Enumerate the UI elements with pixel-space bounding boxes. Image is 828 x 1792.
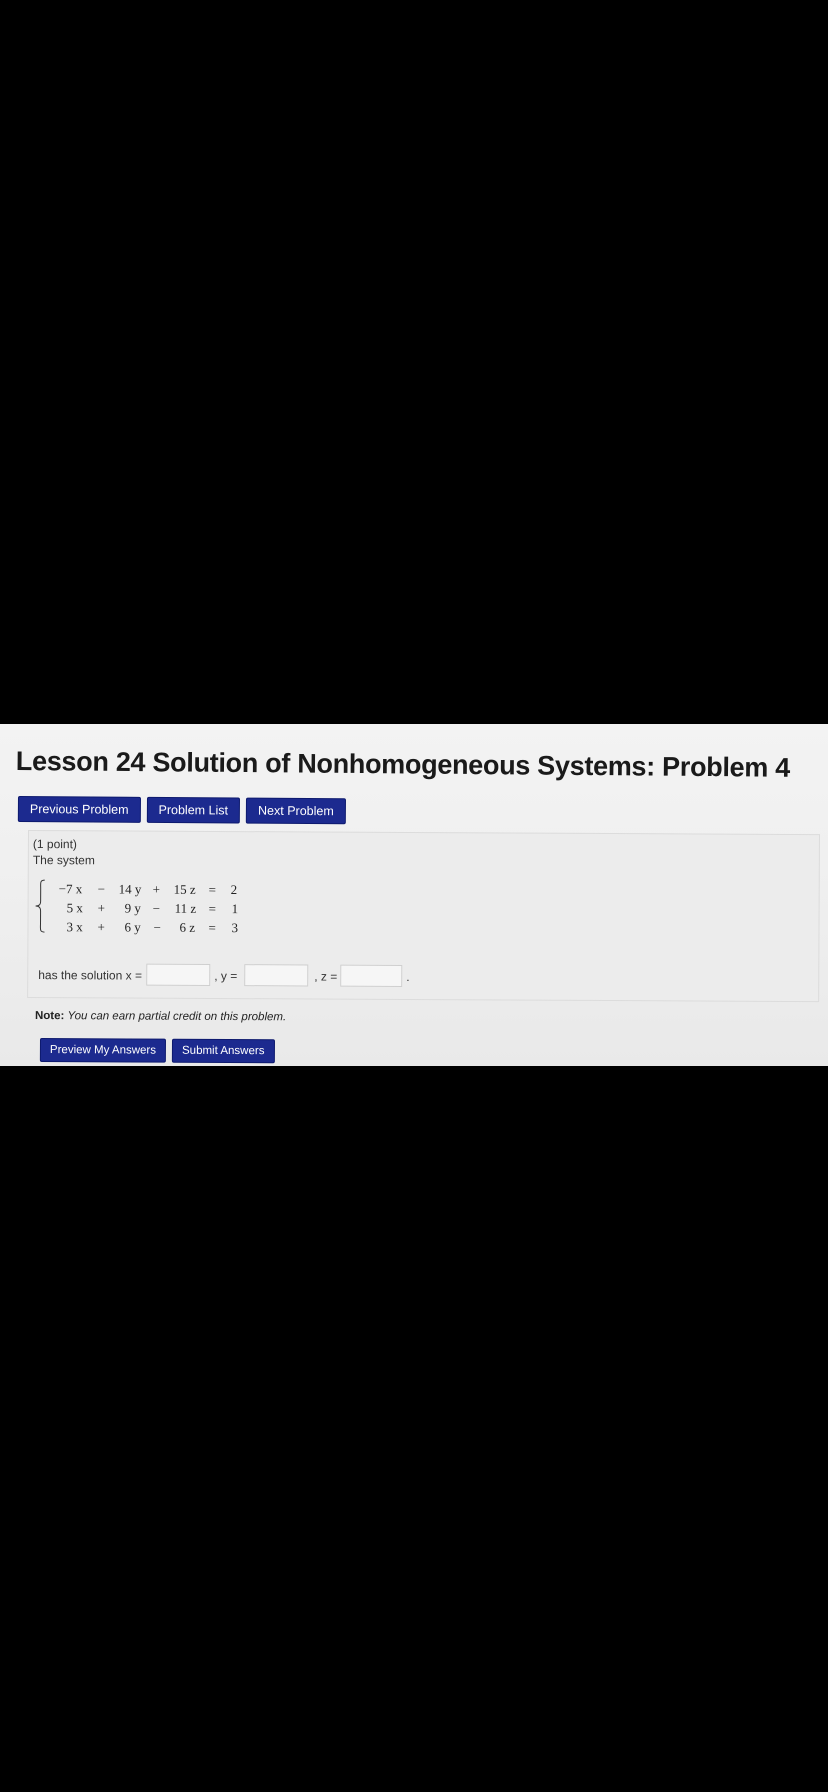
page-title: Lesson 24 Solution of Nonhomogeneous Sys… — [15, 746, 791, 783]
note-text: You can earn partial credit on this prob… — [67, 1010, 287, 1024]
term-y: 6 y — [124, 919, 141, 935]
credit-note: Note: You can earn partial credit on thi… — [35, 1010, 286, 1023]
solution-row: has the solution x = , y = , z = . — [38, 963, 798, 991]
term-x: 5 x — [66, 900, 83, 916]
note-label: Note: — [34, 1010, 65, 1023]
term-x: −7 x — [58, 881, 83, 897]
term-y: 9 y — [124, 900, 141, 916]
operator: − — [97, 881, 106, 897]
term-z: 11 z — [174, 900, 197, 916]
operator: + — [97, 900, 105, 916]
previous-problem-button[interactable]: Previous Problem — [17, 796, 141, 823]
answer-y-input[interactable] — [244, 964, 309, 987]
operator: − — [152, 900, 160, 916]
rhs-value: 3 — [231, 920, 239, 936]
term-z: 15 z — [173, 881, 196, 897]
operator: − — [153, 919, 161, 935]
equals-sign: = — [208, 881, 217, 897]
rhs-value: 2 — [230, 882, 238, 898]
points-label: (1 point) — [32, 837, 77, 852]
y-label: , y = — [214, 968, 238, 984]
answer-x-input[interactable] — [146, 963, 211, 986]
next-problem-button[interactable]: Next Problem — [245, 797, 346, 825]
solution-label: has the solution x = — [38, 968, 143, 983]
problem-panel: (1 point) The system −7 x − 14 y + 15 z … — [27, 830, 820, 1003]
end-period: . — [406, 969, 410, 984]
system-intro: The system — [32, 853, 95, 868]
answer-actions: Preview My Answers Submit Answers — [39, 1038, 275, 1064]
submit-answers-button[interactable]: Submit Answers — [171, 1038, 275, 1064]
monitor-screen: Lesson 24 Solution of Nonhomogeneous Sys… — [0, 724, 828, 1066]
equals-sign: = — [208, 900, 216, 916]
problem-nav: Previous Problem Problem List Next Probl… — [17, 796, 346, 825]
preview-answers-button[interactable]: Preview My Answers — [39, 1038, 167, 1063]
operator: + — [152, 881, 161, 897]
z-label: , z = — [314, 969, 338, 984]
left-brace-icon — [35, 879, 45, 933]
rhs-value: 1 — [231, 901, 239, 917]
term-y: 14 y — [118, 881, 142, 897]
operator: + — [97, 919, 105, 935]
answer-z-input[interactable] — [340, 964, 403, 987]
term-z: 6 z — [179, 919, 196, 935]
term-x: 3 x — [66, 919, 83, 935]
equals-sign: = — [208, 919, 216, 935]
problem-list-button[interactable]: Problem List — [146, 796, 241, 824]
